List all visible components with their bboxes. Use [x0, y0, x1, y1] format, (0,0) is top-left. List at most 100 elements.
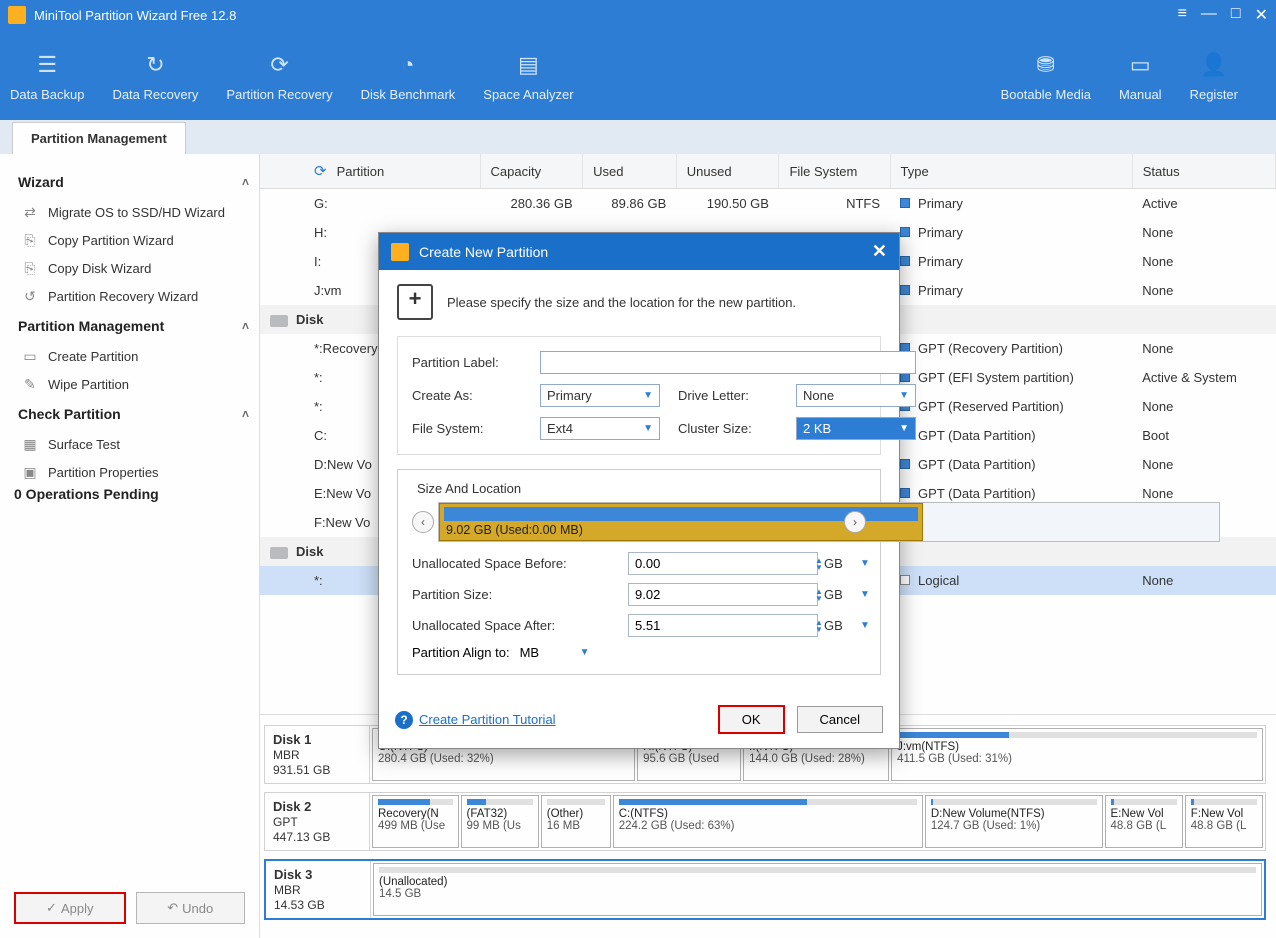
operations-pending: 0 Operations Pending — [14, 486, 255, 502]
col-used[interactable]: Used — [583, 154, 677, 189]
dialog-close-icon[interactable]: ✕ — [872, 241, 887, 262]
data-backup-icon: ☰ — [31, 49, 63, 81]
diskmap-partition[interactable]: C:(NTFS)224.2 GB (Used: 63%) — [613, 795, 923, 848]
align-to-combo[interactable]: MB▼ — [520, 645, 590, 660]
sidebar-section-wizard[interactable]: Wizard˄ — [14, 166, 255, 198]
ok-button[interactable]: OK — [718, 705, 785, 734]
minimize-icon[interactable]: — — [1201, 5, 1217, 25]
diskmap-partition[interactable]: D:New Volume(NTFS)124.7 GB (Used: 1%) — [925, 795, 1103, 848]
sidebar-item-partition-properties[interactable]: ▣Partition Properties — [14, 458, 255, 486]
manual-icon: ▭ — [1124, 49, 1156, 81]
sidebar-item-icon: ↺ — [22, 288, 38, 304]
sidebar-item-create-partition[interactable]: ▭Create Partition — [14, 342, 255, 370]
close-icon[interactable]: ✕ — [1255, 5, 1268, 25]
ribbon-data-recovery[interactable]: ↻Data Recovery — [112, 49, 198, 102]
cancel-button[interactable]: Cancel — [797, 706, 883, 733]
dialog-title: Create New Partition — [419, 244, 548, 260]
ribbon-data-backup[interactable]: ☰Data Backup — [10, 49, 84, 102]
sidebar-item-icon: ▦ — [22, 436, 38, 452]
sidebar-item-icon: ▭ — [22, 348, 38, 364]
diskmap-partition[interactable]: Recovery(N499 MB (Use — [372, 795, 459, 848]
col-capacity[interactable]: Capacity — [480, 154, 583, 189]
maximize-icon[interactable]: □ — [1231, 5, 1241, 25]
ribbon-bootable-media[interactable]: ⛃Bootable Media — [1001, 49, 1091, 102]
disk-info: Disk 1MBR931.51 GB — [265, 726, 370, 783]
apply-button[interactable]: ✓Apply — [14, 892, 126, 924]
refresh-icon[interactable]: ⟳ — [300, 163, 337, 180]
size-bar[interactable]: 9.02 GB (Used:0.00 MB) — [438, 502, 1220, 542]
ribbon-space-analyzer[interactable]: ▤Space Analyzer — [483, 49, 573, 102]
col-type[interactable]: Type — [890, 154, 1132, 189]
partition-label-input[interactable] — [540, 351, 916, 374]
diskmap-row[interactable]: Disk 2GPT447.13 GB Recovery(N499 MB (Use… — [264, 792, 1266, 851]
sidebar-item-partition-recovery-wizard[interactable]: ↺Partition Recovery Wizard — [14, 282, 255, 310]
sidebar-item-icon: ⎘ — [22, 260, 38, 276]
col-status[interactable]: Status — [1132, 154, 1275, 189]
partition-size-input[interactable]: ▲▼ — [628, 583, 818, 606]
sizebar-next-button[interactable]: › — [844, 511, 866, 533]
data-recovery-icon: ↻ — [139, 49, 171, 81]
unit-dropdown-icon[interactable]: ▼ — [860, 558, 882, 569]
label-align-to: Partition Align to: — [412, 645, 510, 660]
create-partition-dialog: Create New Partition ✕ + Please specify … — [378, 232, 900, 749]
label-create-as: Create As: — [412, 388, 522, 403]
ribbon-manual[interactable]: ▭Manual — [1119, 49, 1162, 102]
sidebar-item-icon: ⎘ — [22, 232, 38, 248]
sidebar-item-surface-test[interactable]: ▦Surface Test — [14, 430, 255, 458]
space-analyzer-icon: ▤ — [512, 49, 544, 81]
space-before-input[interactable]: ▲▼ — [628, 552, 818, 575]
drive-letter-combo[interactable]: None▼ — [796, 384, 916, 407]
sidebar-item-copy-partition-wizard[interactable]: ⎘Copy Partition Wizard — [14, 226, 255, 254]
label-cluster-size: Cluster Size: — [678, 421, 778, 436]
space-after-input[interactable]: ▲▼ — [628, 614, 818, 637]
disk-icon — [270, 547, 288, 559]
unit-dropdown-icon[interactable]: ▼ — [860, 589, 882, 600]
menu-icon[interactable]: ≡ — [1178, 5, 1187, 25]
dialog-intro-text: Please specify the size and the location… — [447, 295, 796, 310]
register-icon: 👤 — [1198, 49, 1230, 81]
label-file-system: File System: — [412, 421, 522, 436]
sidebar-item-icon: ✎ — [22, 376, 38, 392]
sidebar-section-check-partition[interactable]: Check Partition˄ — [14, 398, 255, 430]
dialog-titlebar[interactable]: Create New Partition ✕ — [379, 233, 899, 270]
ribbon-register[interactable]: 👤Register — [1190, 49, 1238, 102]
cluster-size-combo[interactable]: 2 KB▼ — [796, 417, 916, 440]
sizebar-prev-button[interactable]: ‹ — [412, 511, 434, 533]
app-logo-icon — [8, 6, 26, 24]
table-row[interactable]: G:280.36 GB89.86 GB190.50 GBNTFS Primary… — [260, 189, 1276, 219]
file-system-combo[interactable]: Ext4▼ — [540, 417, 660, 440]
titlebar: MiniTool Partition Wizard Free 12.8 ≡ — … — [0, 0, 1276, 30]
ribbon-disk-benchmark[interactable]: ◔Disk Benchmark — [361, 49, 456, 102]
sidebar-item-wipe-partition[interactable]: ✎Wipe Partition — [14, 370, 255, 398]
unit-dropdown-icon[interactable]: ▼ — [860, 620, 882, 631]
create-as-combo[interactable]: Primary▼ — [540, 384, 660, 407]
disk-info: Disk 3MBR14.53 GB — [266, 861, 371, 918]
label-space-after: Unallocated Space After: — [412, 618, 622, 633]
col-file-system[interactable]: File System — [779, 154, 890, 189]
disk-benchmark-icon: ◔ — [392, 49, 424, 81]
label-partition-size: Partition Size: — [412, 587, 622, 602]
diskmap-partition[interactable]: (Unallocated)14.5 GB — [373, 863, 1262, 916]
chevron-up-icon: ˄ — [242, 407, 249, 421]
undo-button[interactable]: ↶Undo — [136, 892, 246, 924]
dialog-logo-icon — [391, 243, 409, 261]
sidebar-item-icon: ⇄ — [22, 204, 38, 220]
label-drive-letter: Drive Letter: — [678, 388, 778, 403]
sidebar-item-copy-disk-wizard[interactable]: ⎘Copy Disk Wizard — [14, 254, 255, 282]
diskmap-partition[interactable]: E:New Vol48.8 GB (L — [1105, 795, 1183, 848]
sidebar-section-partition-management[interactable]: Partition Management˄ — [14, 310, 255, 342]
disk-info: Disk 2GPT447.13 GB — [265, 793, 370, 850]
tab-partition-management[interactable]: Partition Management — [12, 122, 186, 154]
col-unused[interactable]: Unused — [676, 154, 779, 189]
diskmap-partition[interactable]: (FAT32)99 MB (Us — [461, 795, 539, 848]
unit-gb: GB — [824, 587, 854, 602]
diskmap-partition[interactable]: F:New Vol48.8 GB (L — [1185, 795, 1263, 848]
tutorial-link[interactable]: ?Create Partition Tutorial — [395, 711, 556, 729]
ribbon-partition-recovery[interactable]: ⟳Partition Recovery — [226, 49, 332, 102]
diskmap-partition[interactable]: J:vm(NTFS)411.5 GB (Used: 31%) — [891, 728, 1263, 781]
unit-gb: GB — [824, 556, 854, 571]
chevron-up-icon: ˄ — [242, 175, 249, 189]
diskmap-partition[interactable]: (Other)16 MB — [541, 795, 611, 848]
diskmap-row[interactable]: Disk 3MBR14.53 GB (Unallocated)14.5 GB — [264, 859, 1266, 920]
sidebar-item-migrate-os-to-ssd-hd-wizard[interactable]: ⇄Migrate OS to SSD/HD Wizard — [14, 198, 255, 226]
